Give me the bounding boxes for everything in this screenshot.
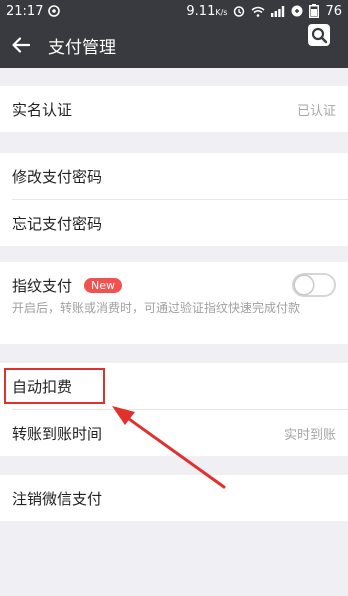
group-identity: 实名认证 已认证	[0, 86, 348, 132]
signal-icon	[271, 5, 285, 17]
row-forget-password[interactable]: 忘记支付密码	[0, 200, 348, 246]
data-saver-icon	[291, 5, 303, 17]
wechat-notification-icon	[48, 5, 61, 17]
change-password-label: 修改支付密码	[12, 167, 103, 186]
group-cancel: 注销微信支付	[0, 475, 348, 521]
row-identity-verification[interactable]: 实名认证 已认证	[0, 86, 348, 132]
alarm-icon	[233, 5, 245, 17]
transfer-time-label: 转账到账时间	[12, 424, 103, 443]
network-speed: 9.11K/s	[186, 3, 228, 19]
fingerprint-toggle[interactable]	[292, 273, 336, 297]
transfer-time-value: 实时到账	[283, 427, 336, 443]
page-title: 支付管理	[48, 37, 116, 58]
wifi-icon	[251, 6, 265, 17]
group-fingerprint: 指纹支付 New 开启后，转账或消费时，可通过验证指纹快速完成付款	[0, 262, 348, 344]
screenshot-tool-button[interactable]	[306, 22, 332, 48]
row-transfer-time[interactable]: 转账到账时间 实时到账	[0, 410, 348, 456]
back-button[interactable]	[0, 22, 42, 68]
identity-label: 实名认证	[12, 100, 73, 119]
search-scan-icon	[308, 24, 330, 46]
annotation-highlight-box	[4, 368, 105, 404]
group-password: 修改支付密码 忘记支付密码	[0, 153, 348, 246]
row-fingerprint-pay: 指纹支付 New	[0, 262, 348, 308]
row-cancel-wechat-pay[interactable]: 注销微信支付	[0, 475, 348, 521]
battery-level: 76	[325, 3, 342, 19]
identity-status: 已认证	[296, 103, 336, 119]
row-change-password[interactable]: 修改支付密码	[0, 153, 348, 199]
battery-icon	[309, 4, 320, 18]
forget-password-label: 忘记支付密码	[12, 214, 103, 233]
title-bar: 支付管理	[0, 22, 348, 68]
new-badge: New	[84, 277, 123, 293]
status-bar: 21:17 9.11K/s 76	[0, 0, 348, 22]
status-time: 21:17	[6, 3, 44, 19]
fingerprint-label: 指纹支付	[12, 276, 73, 295]
cancel-wechat-pay-label: 注销微信支付	[12, 489, 103, 508]
back-arrow-icon	[12, 37, 30, 53]
toggle-knob	[295, 276, 313, 294]
